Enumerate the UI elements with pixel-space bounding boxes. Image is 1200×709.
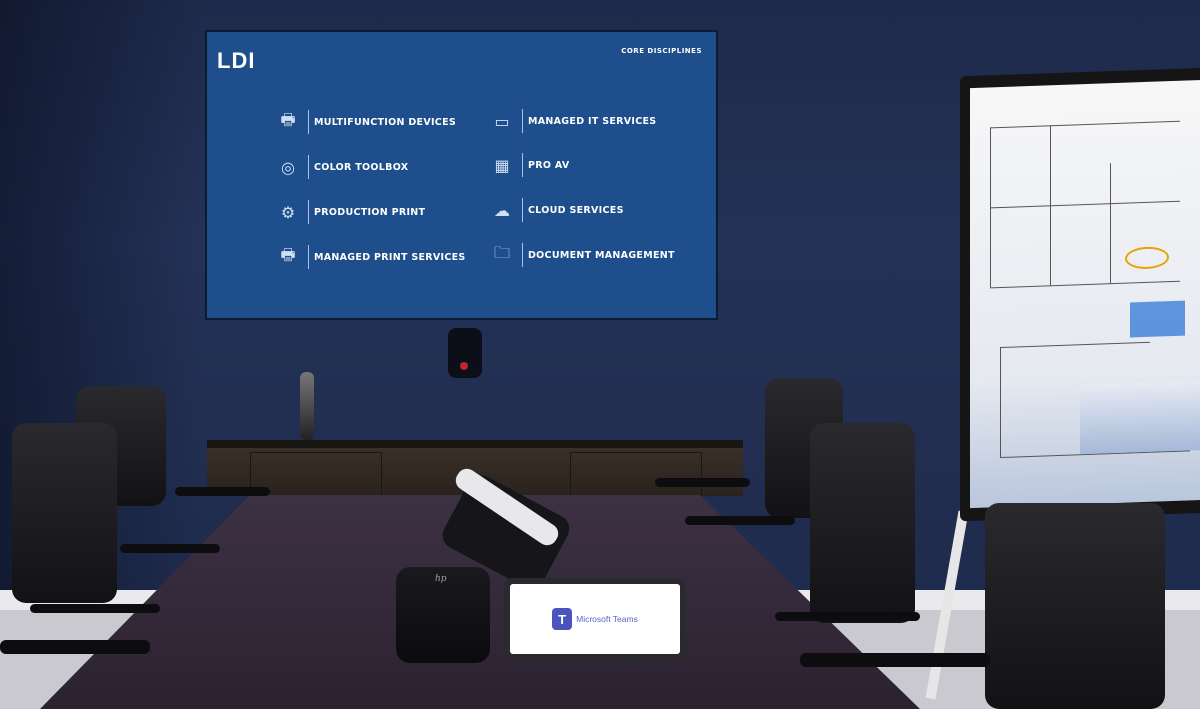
chair-arm [175, 487, 270, 496]
monitor-gear-icon: ▭ [494, 111, 510, 131]
chair-arm [775, 612, 920, 621]
camera-indicator [460, 362, 468, 370]
chair [810, 423, 915, 623]
tablet-screen[interactable]: T Microsoft Teams [510, 584, 680, 654]
chair-arm [0, 640, 150, 654]
cloud-monitor-icon: ☁ [494, 200, 510, 220]
chair [985, 503, 1165, 709]
chair-arm [30, 604, 160, 613]
ldi-logo: LDI [217, 48, 256, 73]
discipline-multifunction: 🖶 MULTIFUNCTION DEVICES [273, 107, 456, 137]
chair-arm [120, 544, 220, 553]
microphone [300, 372, 314, 440]
highlight-circle [1125, 246, 1169, 270]
discipline-managed-it: ▭ MANAGED IT SERVICES [487, 106, 656, 136]
folder-icon: 🗀 [493, 242, 510, 262]
printer-icon: 🖶 [280, 109, 296, 129]
architectural-sketch [970, 79, 1200, 509]
furniture-sketch [1130, 300, 1185, 338]
discipline-production-print: ⚙ PRODUCTION PRINT [273, 197, 425, 227]
chair [12, 423, 117, 603]
screen-heading: CORE DISCIPLINES [621, 47, 702, 55]
discipline-document-management: 🗀 DOCUMENT MANAGEMENT [487, 240, 675, 270]
discipline-managed-print: 🖶 MANAGED PRINT SERVICES [273, 242, 466, 272]
chair-arm [800, 653, 990, 667]
teams-icon: T [552, 608, 573, 630]
printer-gear-icon: 🖶 [280, 244, 296, 264]
chair-arm [685, 516, 795, 525]
discipline-pro-av: ▦ PRO AV [487, 150, 570, 180]
hp-logo: hp [435, 574, 447, 584]
discipline-cloud-services: ☁ CLOUD SERVICES [487, 195, 624, 225]
credenza-door [570, 452, 702, 496]
wall-display: LDI CORE DISCIPLINES 🖶 MULTIFUNCTION DEV… [205, 30, 718, 320]
presentation-icon: ▦ [494, 155, 510, 175]
conference-camera [448, 328, 482, 378]
building-render [1080, 380, 1200, 455]
chair-arm [655, 478, 750, 487]
discipline-color-toolbox: ◎ COLOR TOOLBOX [273, 152, 408, 182]
production-press-icon: ⚙ [280, 202, 296, 222]
cmyk-icon: ◎ [281, 157, 295, 177]
teams-label: Microsoft Teams [576, 614, 638, 624]
